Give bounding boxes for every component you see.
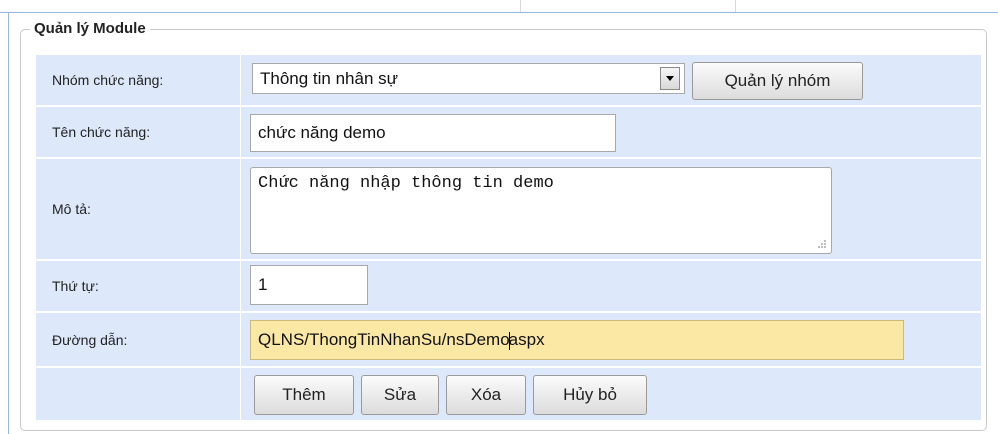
path-input[interactable]: QLNS/ThongTinNhanSu/nsDemoaspx [250, 320, 904, 360]
path-value-before: QLNS/ThongTinNhanSu/nsDemo [258, 330, 510, 349]
path-label: Đường dẫn: [52, 331, 128, 348]
dropdown-arrow-icon[interactable] [660, 67, 680, 90]
left-border [8, 12, 9, 434]
description-textarea[interactable]: Chức năng nhập thông tin demo [250, 167, 832, 254]
column-divider [735, 0, 736, 12]
description-value: Chức năng nhập thông tin demo [258, 174, 554, 193]
order-input[interactable]: 1 [250, 265, 368, 305]
description-label: Mô tả: [52, 201, 91, 217]
top-border [0, 12, 998, 13]
edit-button[interactable]: Sửa [361, 375, 439, 415]
manage-group-button[interactable]: Quản lý nhóm [692, 62, 863, 100]
name-input[interactable]: chức năng demo [250, 114, 616, 152]
add-button[interactable]: Thêm [254, 375, 354, 415]
group-label: Nhóm chức năng: [52, 72, 164, 88]
order-label: Thứ tự: [52, 278, 99, 294]
row-order: Thứ tự: [36, 261, 981, 311]
delete-button[interactable]: Xóa [446, 375, 526, 415]
group-select-value: Thông tin nhân sự [260, 69, 399, 88]
resize-grip-icon[interactable] [817, 239, 827, 249]
name-label: Tên chức năng: [52, 124, 151, 140]
cancel-button[interactable]: Hủy bỏ [533, 375, 647, 415]
column-divider [520, 0, 521, 12]
group-select[interactable]: Thông tin nhân sự [252, 63, 685, 94]
path-value-after: aspx [508, 330, 545, 349]
fieldset-legend: Quản lý Module [30, 19, 150, 39]
